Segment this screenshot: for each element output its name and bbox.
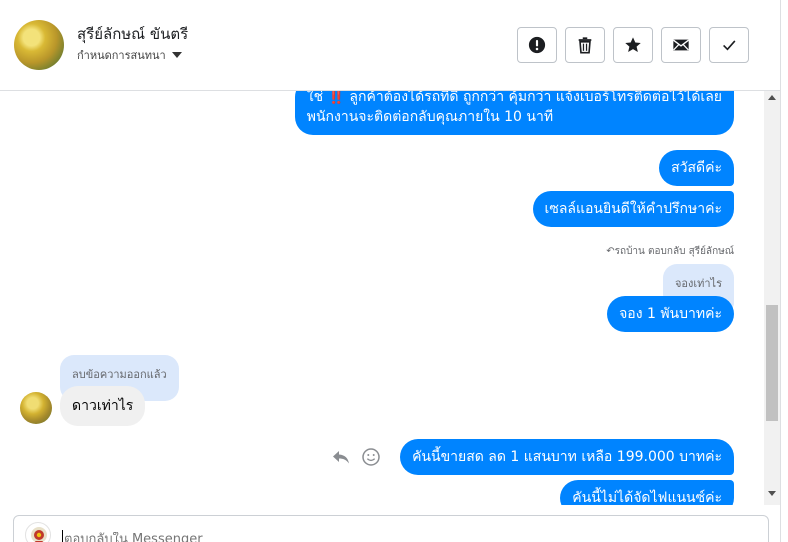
mark-spam-button[interactable] [517, 27, 557, 63]
assign-label: กำหนดการสนทนา [77, 49, 166, 62]
mark-done-button[interactable] [709, 27, 749, 63]
page-avatar [25, 522, 51, 542]
quoted-text: จองเท่าไร [674, 277, 722, 290]
reply-indicator: ↶รถบ้าน ตอบกลับ สุรีย์ลักษณ์ [606, 244, 734, 259]
emoji-reaction-icon[interactable] [361, 447, 381, 467]
reply-input[interactable] [64, 532, 464, 542]
star-icon [625, 37, 641, 53]
assign-conversation-dropdown[interactable]: กำหนดการสนทนา [77, 46, 182, 64]
message-text: ใช่ ‼️ ลูกค้าต้องได้รถที่ดี ถูกกว่า คุ้ม… [306, 91, 722, 105]
conversation-header: สุรีย์ลักษณ์ ขันตรี กำหนดการสนทนา [0, 0, 781, 91]
envelope-icon [672, 39, 690, 51]
deleted-text: ลบข้อความออกแล้ว [72, 368, 167, 381]
contact-name[interactable]: สุรีย์ลักษณ์ ขันตรี [77, 22, 188, 46]
delete-button[interactable] [565, 27, 605, 63]
scroll-thumb[interactable] [766, 305, 778, 421]
text-cursor [62, 530, 63, 542]
chat-scrollbar[interactable] [764, 91, 780, 505]
contact-avatar-small[interactable] [20, 392, 52, 424]
reply-arrow-icon: ↶ [606, 246, 615, 257]
reply-icon[interactable] [331, 447, 351, 467]
panel-border [780, 0, 781, 542]
message-text: สวัสดีค่ะ [671, 160, 722, 176]
star-button[interactable] [613, 27, 653, 63]
message-text: พนักงานจะติดต่อกลับคุณภายใน 10 นาที [306, 109, 554, 125]
message-actions [331, 447, 381, 467]
message-bubble-incoming[interactable]: ดาวเท่าไร [60, 386, 146, 426]
contact-avatar[interactable] [14, 20, 64, 70]
message-bubble-outgoing[interactable]: คันนี้ขายสด ลด 1 แสนบาท เหลือ 199.000 บา… [400, 439, 734, 475]
reply-meta-text: รถบ้าน ตอบกลับ สุรีย์ลักษณ์ [614, 246, 734, 257]
message-bubble-outgoing[interactable]: คันนี้ไม่ได้จัดไฟแนนซ์ค่ะ [560, 480, 734, 505]
message-text: คันนี้ไม่ได้จัดไฟแนนซ์ค่ะ [572, 490, 722, 505]
message-text: เซลล์แอนยินดีให้คำปรึกษาค่ะ [544, 201, 722, 217]
mark-unread-button[interactable] [661, 27, 701, 63]
message-bubble-outgoing[interactable]: สวัสดีค่ะ [659, 150, 734, 186]
caret-down-icon [171, 52, 182, 58]
message-text: คันนี้ขายสด ลด 1 แสนบาท เหลือ 199.000 บา… [412, 449, 722, 465]
page-logo-icon [31, 527, 47, 542]
message-bubble-outgoing[interactable]: เซลล์แอนยินดีให้คำปรึกษาค่ะ [532, 191, 734, 227]
message-thread[interactable]: ใช่ ‼️ ลูกค้าต้องได้รถที่ดี ถูกกว่า คุ้ม… [0, 91, 763, 505]
alert-circle-icon [528, 36, 546, 54]
reply-composer[interactable] [13, 515, 769, 542]
message-text: ดาวเท่าไร [72, 398, 134, 414]
message-text: จอง 1 พันบาทค่ะ [619, 306, 722, 322]
message-bubble-outgoing[interactable]: ใช่ ‼️ ลูกค้าต้องได้รถที่ดี ถูกกว่า คุ้ม… [294, 91, 734, 135]
message-bubble-outgoing[interactable]: จอง 1 พันบาทค่ะ [607, 296, 734, 332]
check-icon [723, 40, 736, 51]
scroll-down-arrow-icon[interactable] [768, 491, 776, 496]
trash-icon [578, 37, 592, 54]
scroll-up-arrow-icon[interactable] [768, 95, 776, 100]
